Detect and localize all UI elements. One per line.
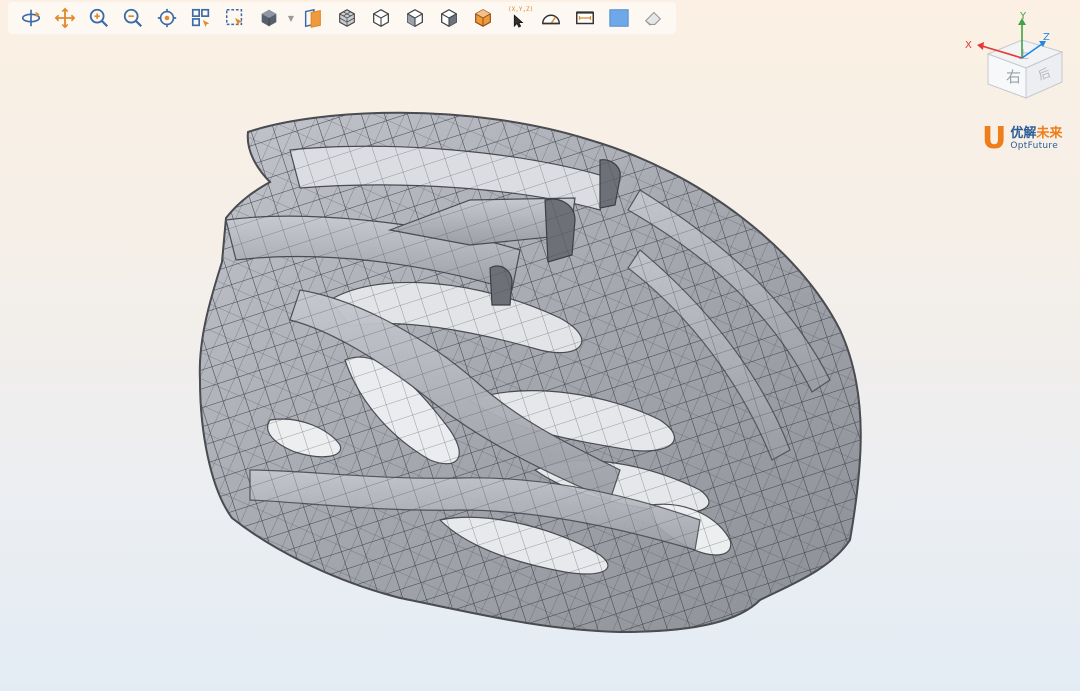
view-iso-cube-icon: [475, 9, 491, 27]
pan-icon: [54, 7, 76, 29]
zoom-in-icon: [89, 8, 109, 28]
section-plane-button[interactable]: [296, 3, 330, 33]
select-box-button[interactable]: [218, 3, 252, 33]
angle-measure-icon: [542, 14, 560, 25]
zoom-fit-grid-icon: [191, 8, 210, 28]
angle-measure-button[interactable]: [534, 3, 568, 33]
distance-measure-icon: [576, 11, 594, 25]
select-box-icon: [226, 9, 243, 26]
view-cube-dropdown-icon: [261, 9, 277, 27]
pick-coordinate-label: (X,Y,Z): [508, 6, 534, 13]
pan-button[interactable]: [48, 3, 82, 33]
helmet-mesh-overlay: [199, 112, 861, 632]
eraser-icon: [644, 11, 662, 26]
center-target-icon: [157, 8, 177, 28]
eraser-button[interactable]: [636, 3, 670, 33]
view-iso-button[interactable]: [466, 3, 500, 33]
zoom-out-button[interactable]: [116, 3, 150, 33]
rotate-icon: [21, 9, 41, 27]
distance-measure-button[interactable]: [568, 3, 602, 33]
3d-viewport[interactable]: [0, 36, 1080, 691]
color-fill-button[interactable]: [602, 3, 636, 33]
view-front-button[interactable]: [364, 3, 398, 33]
viewer-toolbar: ▼ (X,Y,Z): [8, 2, 676, 34]
color-fill-icon: [609, 9, 629, 27]
view-right-button[interactable]: [432, 3, 466, 33]
wireframe-cube-button[interactable]: [330, 3, 364, 33]
helmet-model[interactable]: [0, 36, 1080, 691]
view-top-button[interactable]: [398, 3, 432, 33]
rotate-button[interactable]: [14, 3, 48, 33]
zoom-out-icon: [123, 8, 143, 28]
zoom-fit-button[interactable]: [184, 3, 218, 33]
view-dropdown-caret[interactable]: ▼: [286, 3, 296, 33]
center-target-button[interactable]: [150, 3, 184, 33]
wireframe-cube-icon: [339, 9, 355, 27]
pick-coordinate-button[interactable]: (X,Y,Z): [500, 3, 534, 33]
axis-y-label: Y: [1019, 11, 1027, 22]
zoom-in-button[interactable]: [82, 3, 116, 33]
view-cube-button[interactable]: [252, 3, 286, 33]
view-top-cube-icon: [407, 9, 423, 27]
view-right-cube-icon: [441, 9, 457, 27]
section-plane-icon: [304, 8, 321, 28]
view-front-cube-icon: [373, 9, 389, 27]
